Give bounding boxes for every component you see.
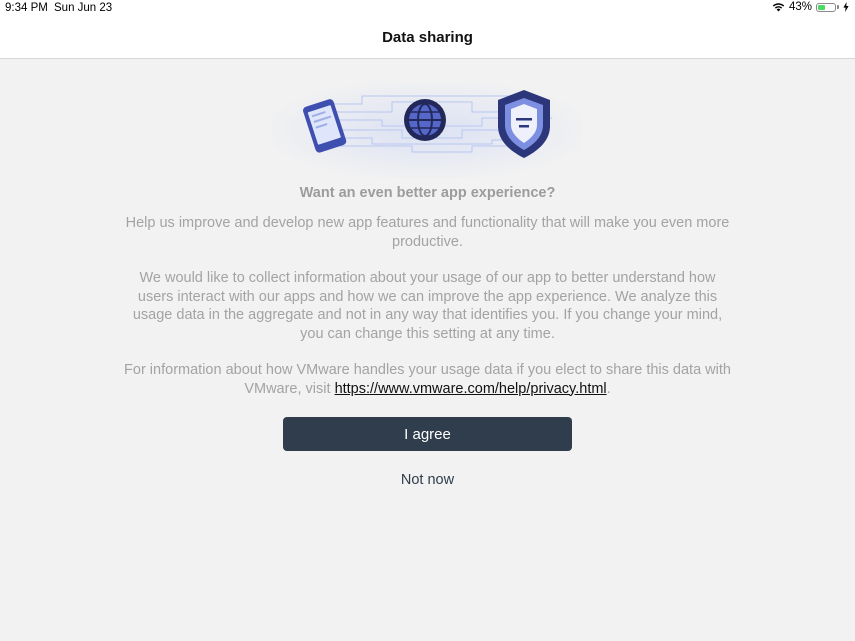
privacy-paragraph: For information about how VMware handles… [120,361,735,398]
charging-bolt-icon [843,2,849,12]
status-date: Sun Jun 23 [54,2,113,14]
agree-button[interactable]: I agree [283,417,572,451]
globe-icon [404,99,446,141]
intro-paragraph: Help us improve and develop new app feat… [125,215,730,250]
privacy-suffix: . [606,380,611,397]
hero-illustration [272,82,582,178]
privacy-link[interactable]: https://www.vmware.com/help/privacy.html [335,381,607,397]
headline: Want an even better app experience? [299,185,556,201]
battery-icon [816,2,836,12]
battery-cap [837,5,839,9]
battery-level-fill [818,4,825,10]
status-right: 43% [772,1,849,13]
top-bar: 9:34 PM Sun Jun 23 43% Data sharing [0,0,855,59]
status-bar: 9:34 PM Sun Jun 23 43% [0,0,855,18]
not-now-button[interactable]: Not now [352,468,503,492]
usage-paragraph: We would like to collect information abo… [132,270,723,342]
battery-percent: 43% [788,1,812,13]
page-title: Data sharing [382,29,473,46]
status-time: 9:34 PM [5,2,48,14]
wifi-icon [772,3,785,12]
